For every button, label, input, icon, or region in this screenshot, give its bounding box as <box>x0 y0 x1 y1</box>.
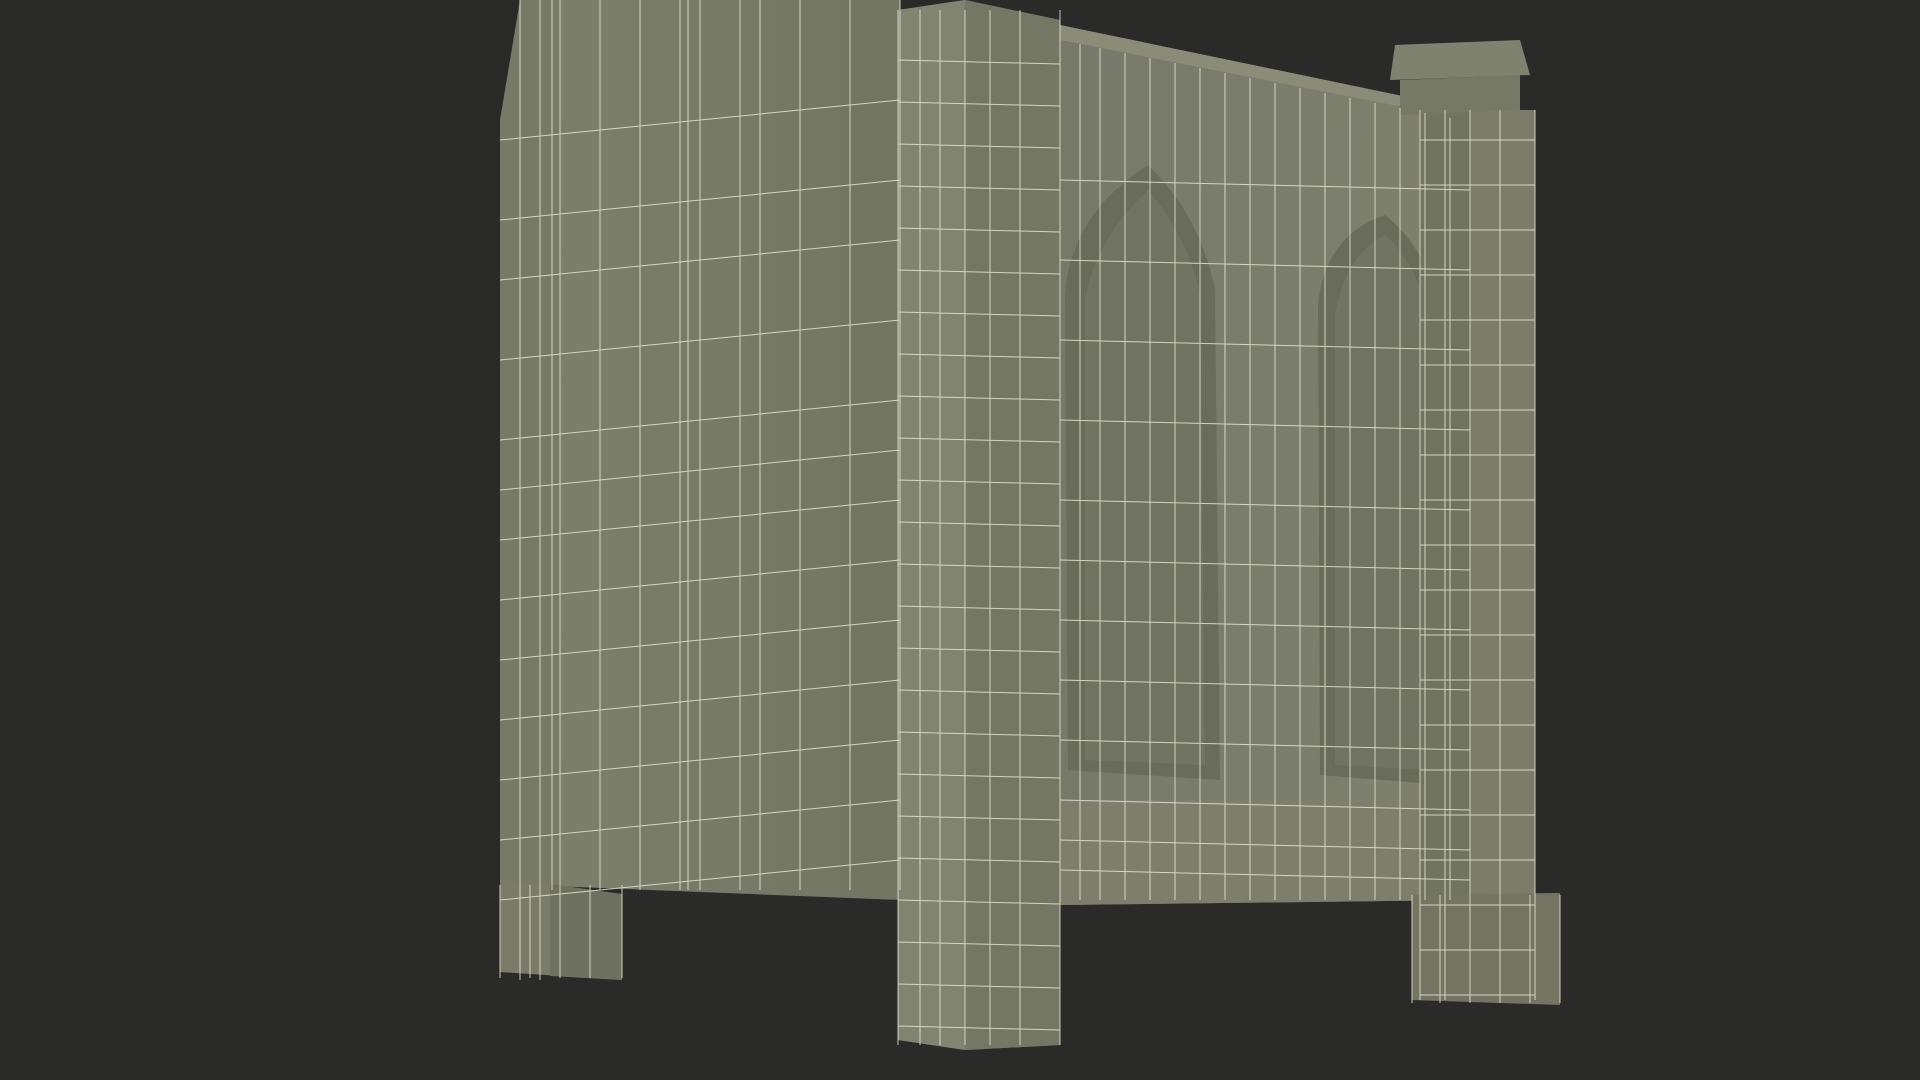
wireframe-render <box>499 0 1561 1050</box>
left-arch-recess <box>1065 165 1220 780</box>
3d-viewport[interactable] <box>0 0 1920 1080</box>
left-rear-leg <box>500 880 622 980</box>
right-rear-leg <box>1412 893 1560 1005</box>
